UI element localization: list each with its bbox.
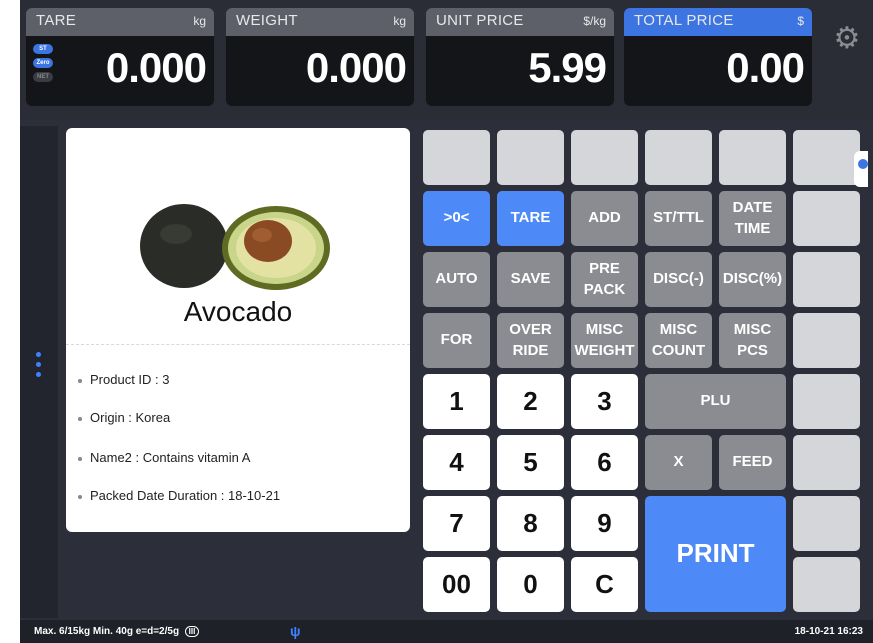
save-button[interactable]: SAVE [497, 252, 564, 307]
keypad: >0< TARE ADD ST/TTL DATE TIME AUTO SAVE … [423, 130, 861, 612]
product-card: Avocado Product ID : 3 Origin : Korea Na… [66, 128, 410, 532]
digit-2-button[interactable]: 2 [497, 374, 564, 429]
blank-key[interactable] [719, 130, 786, 185]
info-line: Product ID : 3 [78, 372, 169, 387]
weight-value: 0.000 [305, 44, 407, 91]
unit-price-label: UNIT PRICE [436, 12, 524, 29]
tare-display: TARE kg ST Zero NET 0.000 [26, 8, 214, 106]
digit-4-button[interactable]: 4 [423, 435, 490, 490]
tare-unit: kg [193, 14, 206, 28]
blank-key[interactable] [645, 130, 712, 185]
disc-percent-button[interactable]: DISC(%) [719, 252, 786, 307]
print-button[interactable]: PRINT [645, 496, 786, 612]
pre-pack-button[interactable]: PRE PACK [571, 252, 638, 307]
digit-9-button[interactable]: 9 [571, 496, 638, 551]
total-price-display: TOTAL PRICE $ 0.00 [624, 8, 812, 106]
status-bar: Max. 6/15kg Min. 40g e=d=2/5g III ψ 18-1… [20, 620, 873, 643]
display-bar: TARE kg ST Zero NET 0.000 WEIGHT kg 0.000 … [20, 0, 873, 120]
scale-screen: TARE kg ST Zero NET 0.000 WEIGHT kg 0.000 … [20, 0, 873, 643]
gear-icon[interactable]: ⚙ [832, 24, 862, 54]
tare-label: TARE [36, 12, 77, 29]
scale-capacity-text: Max. 6/15kg Min. 40g e=d=2/5g III [34, 626, 200, 637]
weight-display: WEIGHT kg 0.000 [226, 8, 414, 106]
product-origin: Origin : Korea [90, 410, 171, 425]
usb-icon: ψ [290, 623, 301, 639]
more-options-icon[interactable] [35, 352, 43, 382]
minus-circle-icon [858, 159, 868, 169]
misc-weight-button[interactable]: MISC WEIGHT [571, 313, 638, 368]
digit-0-button[interactable]: 0 [497, 557, 564, 612]
product-name: Avocado [183, 296, 293, 327]
tare-value: 0.000 [105, 44, 207, 91]
digit-8-button[interactable]: 8 [497, 496, 564, 551]
divider [66, 344, 410, 345]
disc-minus-button[interactable]: DISC(-) [645, 252, 712, 307]
blank-key[interactable] [793, 496, 860, 551]
blank-key[interactable] [793, 557, 860, 612]
info-line: Name2 : Contains vitamin A [78, 450, 250, 465]
st-ttl-button[interactable]: ST/TTL [645, 191, 712, 246]
digit-1-button[interactable]: 1 [423, 374, 490, 429]
blank-key[interactable] [793, 252, 860, 307]
side-panel-toggle[interactable] [854, 151, 868, 187]
override-button[interactable]: OVER RIDE [497, 313, 564, 368]
capacity-label: Max. 6/15kg Min. 40g e=d=2/5g [34, 626, 180, 637]
blank-key[interactable] [497, 130, 564, 185]
misc-count-button[interactable]: MISC COUNT [645, 313, 712, 368]
product-name2: Name2 : Contains vitamin A [90, 450, 251, 465]
accuracy-class-badge: III [184, 626, 200, 637]
weight-unit: kg [393, 14, 406, 28]
digit-6-button[interactable]: 6 [571, 435, 638, 490]
blank-key[interactable] [571, 130, 638, 185]
auto-button[interactable]: AUTO [423, 252, 490, 307]
total-price-value: 0.00 [726, 44, 805, 91]
unit-price-value: 5.99 [528, 44, 607, 91]
digit-7-button[interactable]: 7 [423, 496, 490, 551]
unit-price-display: UNIT PRICE $/kg 5.99 [426, 8, 614, 106]
blank-key[interactable] [793, 130, 860, 185]
blank-key[interactable] [793, 374, 860, 429]
datetime: 18-10-21 16:23 [794, 626, 863, 637]
avocado-image [140, 204, 330, 290]
clear-button[interactable]: C [571, 557, 638, 612]
blank-key[interactable] [793, 313, 860, 368]
unit-price-unit: $/kg [583, 14, 606, 28]
add-button[interactable]: ADD [571, 191, 638, 246]
plu-button[interactable]: PLU [645, 374, 786, 429]
info-line: Packed Date Duration : 18-10-21 [78, 488, 280, 503]
digit-5-button[interactable]: 5 [497, 435, 564, 490]
blank-key[interactable] [793, 191, 860, 246]
info-line: Origin : Korea [78, 410, 170, 425]
multiply-button[interactable]: X [645, 435, 712, 490]
product-id: Product ID : 3 [90, 372, 170, 387]
blank-key[interactable] [793, 435, 860, 490]
weight-label: WEIGHT [236, 12, 298, 29]
misc-pcs-button[interactable]: MISC PCS [719, 313, 786, 368]
blank-key[interactable] [423, 130, 490, 185]
zero-indicator: Zero [33, 58, 53, 68]
tare-button[interactable]: TARE [497, 191, 564, 246]
feed-button[interactable]: FEED [719, 435, 786, 490]
digit-00-button[interactable]: 00 [423, 557, 490, 612]
digit-3-button[interactable]: 3 [571, 374, 638, 429]
left-panel-strip [20, 126, 58, 618]
total-price-unit: $ [797, 14, 804, 28]
date-time-button[interactable]: DATE TIME [719, 191, 786, 246]
product-packed-date: Packed Date Duration : 18-10-21 [90, 488, 281, 503]
stable-indicator: ST [33, 44, 53, 54]
total-price-label: TOTAL PRICE [634, 12, 734, 29]
for-button[interactable]: FOR [423, 313, 490, 368]
net-indicator: NET [33, 72, 53, 82]
zero-button[interactable]: >0< [423, 191, 490, 246]
